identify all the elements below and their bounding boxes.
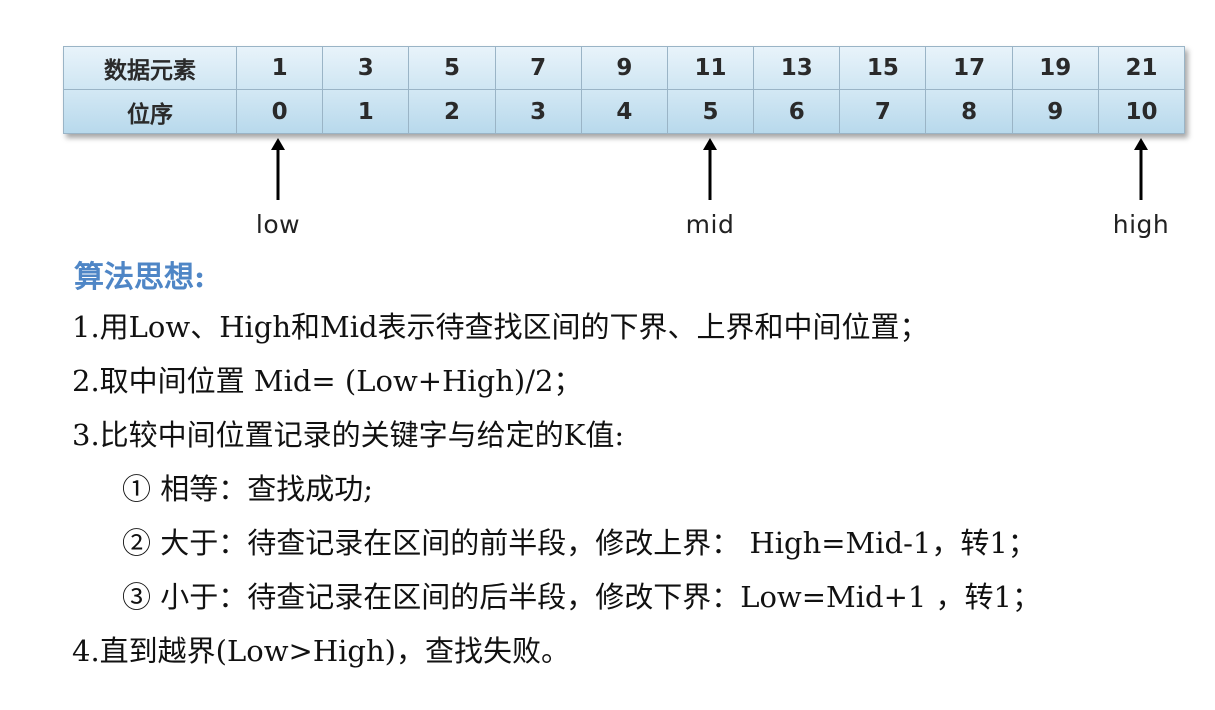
step-item: 4.直到越界(Low>High)，查找失败。 — [72, 634, 570, 668]
element-row: 数据元素 1 3 5 7 9 11 13 15 17 19 21 — [63, 46, 1186, 90]
index-cell: 3 — [495, 90, 582, 134]
low-label: low — [255, 210, 301, 239]
index-cell: 0 — [236, 90, 324, 134]
index-cell: 8 — [926, 90, 1013, 134]
element-cell: 5 — [409, 46, 496, 90]
element-cell: 11 — [667, 46, 755, 90]
index-cell: 5 — [667, 90, 755, 134]
element-cell: 3 — [323, 46, 410, 90]
mid-pointer: mid — [650, 138, 770, 239]
sub-step-item: ② 大于：待查记录在区间的前半段，修改上界： High=Mid-1，转1； — [122, 526, 1037, 560]
step-item: 2.取中间位置 Mid= (Low+High)/2； — [72, 364, 583, 398]
sub-step-item: ③ 小于：待查记录在区间的后半段，修改下界：Low=Mid+1 ，转1； — [122, 580, 1042, 614]
high-pointer: high — [1081, 138, 1201, 239]
index-cell: 2 — [409, 90, 496, 134]
index-cell: 7 — [840, 90, 927, 134]
index-cell: 6 — [754, 90, 841, 134]
algorithm-steps: 1.用Low、High和Mid表示待查找区间的下界、上界和中间位置； 2.取中间… — [72, 300, 1041, 678]
array-table: 数据元素 1 3 5 7 9 11 13 15 17 19 21 位序 0 1 … — [63, 46, 1186, 134]
high-label: high — [1112, 210, 1170, 239]
step-item: 1.用Low、High和Mid表示待查找区间的下界、上界和中间位置； — [72, 310, 929, 344]
up-arrow-icon — [1134, 138, 1148, 200]
element-cell: 15 — [840, 46, 927, 90]
index-cell: 9 — [1012, 90, 1099, 134]
step-item: 3.比较中间位置记录的关键字与给定的K值: — [72, 418, 625, 452]
element-row-header: 数据元素 — [63, 46, 237, 90]
mid-label: mid — [685, 210, 735, 239]
index-row: 位序 0 1 2 3 4 5 6 7 8 9 10 — [63, 90, 1186, 134]
element-cell: 1 — [236, 46, 324, 90]
element-cell: 7 — [495, 46, 582, 90]
element-cell: 13 — [754, 46, 841, 90]
index-row-header: 位序 — [63, 90, 237, 134]
index-cell: 1 — [323, 90, 410, 134]
up-arrow-icon — [271, 138, 285, 200]
algorithm-heading: 算法思想: — [74, 260, 206, 295]
index-cell: 4 — [581, 90, 668, 134]
index-cell: 10 — [1098, 90, 1186, 134]
sub-step-item: ① 相等：查找成功; — [122, 472, 373, 506]
low-pointer: low — [218, 138, 338, 239]
element-cell: 21 — [1098, 46, 1186, 90]
element-cell: 19 — [1012, 46, 1099, 90]
up-arrow-icon — [703, 138, 717, 200]
element-cell: 9 — [581, 46, 668, 90]
element-cell: 17 — [926, 46, 1013, 90]
